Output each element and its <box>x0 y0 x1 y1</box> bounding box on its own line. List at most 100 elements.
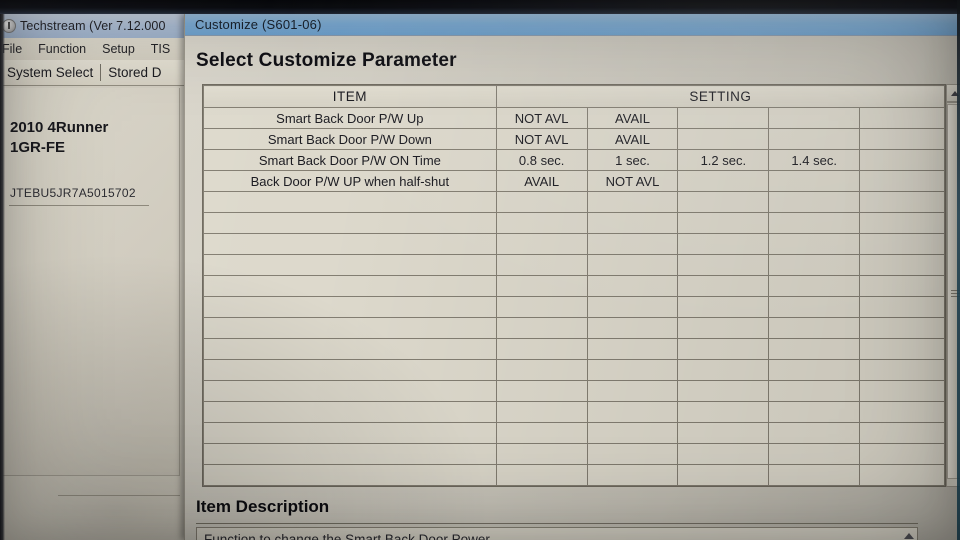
setting-cell-empty <box>859 128 945 150</box>
table-cell-empty <box>586 359 679 381</box>
app-title: Techstream (Ver 7.12.000 <box>20 19 166 33</box>
setting-cell-empty <box>677 170 770 192</box>
vehicle-model: 2010 4Runner <box>10 119 109 136</box>
parameter-item-name: Back Door P/W UP when half-shut <box>203 170 497 192</box>
description-scroll-up-icon[interactable] <box>904 533 914 539</box>
setting-option[interactable]: 1.2 sec. <box>677 149 770 171</box>
table-cell-empty <box>586 254 679 276</box>
table-row: Smart Back Door P/W Up NOT AVL AVAIL <box>203 107 945 129</box>
menu-item-setup[interactable]: Setup <box>101 41 136 57</box>
table-cell-empty <box>495 338 588 360</box>
table-cell-empty <box>586 401 679 423</box>
setting-option[interactable]: 0.8 sec. <box>495 149 588 171</box>
table-cell-empty <box>586 191 679 213</box>
setting-option-selected[interactable]: AVAIL <box>586 128 679 150</box>
vehicle-vin: JTEBU5JR7A5015702 <box>10 186 136 200</box>
table-cell-empty <box>768 338 861 360</box>
table-cell-empty <box>495 317 588 339</box>
table-cell-empty <box>203 296 497 318</box>
table-cell-empty <box>859 464 945 486</box>
table-cell-empty <box>859 401 945 423</box>
table-cell-empty <box>203 464 497 486</box>
table-cell-empty <box>859 212 945 234</box>
table-cell-empty <box>586 275 679 297</box>
table-cell-empty <box>495 233 588 255</box>
table-row-empty <box>203 443 945 465</box>
table-row: Smart Back Door P/W ON Time 0.8 sec. 1 sec… <box>203 149 945 171</box>
table-cell-empty <box>586 443 679 465</box>
table-row-empty <box>203 338 945 360</box>
table-row-empty <box>203 275 945 297</box>
table-cell-empty <box>495 464 588 486</box>
table-cell-empty <box>203 338 497 360</box>
table-cell-empty <box>203 212 497 234</box>
table-cell-empty <box>677 191 770 213</box>
table-cell-empty <box>586 233 679 255</box>
table-row-empty <box>203 191 945 213</box>
setting-option[interactable]: NOT AVL <box>586 170 679 192</box>
table-cell-empty <box>203 443 497 465</box>
table-cell-empty <box>768 233 861 255</box>
table-cell-empty <box>768 191 861 213</box>
table-cell-empty <box>203 317 497 339</box>
table-cell-empty <box>768 401 861 423</box>
table-cell-empty <box>768 212 861 234</box>
table-cell-empty <box>677 254 770 276</box>
table-row-empty <box>203 212 945 234</box>
table-cell-empty <box>859 422 945 444</box>
table-cell-empty <box>495 422 588 444</box>
item-description-underline <box>196 523 918 524</box>
parameter-item-name: Smart Back Door P/W ON Time <box>203 149 497 171</box>
tab-stored-data[interactable]: Stored D <box>101 65 168 80</box>
tab-row: System Select Stored D <box>0 60 184 86</box>
setting-option-selected[interactable]: AVAIL <box>495 170 588 192</box>
table-cell-empty <box>768 464 861 486</box>
parameter-item-name: Smart Back Door P/W Up <box>203 107 497 129</box>
table-cell-empty <box>203 191 497 213</box>
table-cell-empty <box>768 254 861 276</box>
table-cell-empty <box>495 401 588 423</box>
table-row-empty <box>203 233 945 255</box>
monitor-bezel-top <box>0 0 960 14</box>
setting-option[interactable]: 1.4 sec. <box>768 149 861 171</box>
table-body: Smart Back Door P/W Up NOT AVL AVAIL Smart … <box>203 107 945 486</box>
setting-option[interactable]: NOT AVL <box>495 128 588 150</box>
dialog-heading: Select Customize Parameter <box>196 50 457 71</box>
table-cell-empty <box>495 212 588 234</box>
table-cell-empty <box>859 233 945 255</box>
table-cell-empty <box>495 443 588 465</box>
table-row: Smart Back Door P/W Down NOT AVL AVAIL <box>203 128 945 150</box>
table-cell-empty <box>859 443 945 465</box>
table-head: ITEM SETTING <box>203 85 946 108</box>
setting-option-selected[interactable]: 1 sec. <box>586 149 679 171</box>
table-cell-empty <box>203 422 497 444</box>
table-row-empty <box>203 380 945 402</box>
table-cell-empty <box>586 338 679 360</box>
customize-dialog: Customize (S601-06) Select Customize Par… <box>184 14 960 540</box>
table-row-empty <box>203 296 945 318</box>
table-cell-empty <box>677 401 770 423</box>
parameter-table-container: ITEM SETTING Smart Back Door P/W Up NOT A… <box>202 84 946 487</box>
dialog-title: Customize (S601-06) <box>195 17 322 32</box>
menu-item-function[interactable]: Function <box>37 41 87 57</box>
item-description-box: Function to change the Smart Back Door P… <box>196 527 918 540</box>
table-cell-empty <box>859 338 945 360</box>
table-cell-empty <box>495 191 588 213</box>
column-header-setting: SETTING <box>495 85 946 108</box>
table-cell-empty <box>203 359 497 381</box>
setting-option-selected[interactable]: AVAIL <box>586 107 679 129</box>
tab-system-select[interactable]: System Select <box>0 65 100 80</box>
table-cell-empty <box>677 338 770 360</box>
window-left-shadow <box>0 14 5 540</box>
table-row-empty <box>203 317 945 339</box>
setting-cell-empty <box>768 170 861 192</box>
vehicle-engine: 1GR-FE <box>10 139 66 156</box>
table-cell-empty <box>859 317 945 339</box>
setting-option[interactable]: NOT AVL <box>495 107 588 129</box>
menu-item-tis[interactable]: TIS <box>150 41 171 57</box>
setting-cell-empty <box>859 170 945 192</box>
table-cell-empty <box>677 464 770 486</box>
dialog-titlebar: Customize (S601-06) <box>185 14 960 36</box>
table-cell-empty <box>203 254 497 276</box>
table-row-empty <box>203 401 945 423</box>
